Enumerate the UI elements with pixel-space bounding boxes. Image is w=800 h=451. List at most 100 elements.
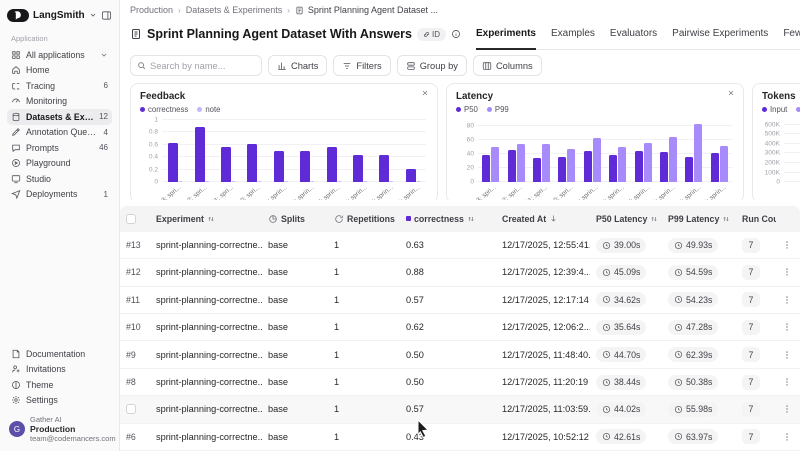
breadcrumb-item[interactable]: Datasets & Experiments <box>186 5 283 15</box>
chevron-down-icon[interactable] <box>89 6 97 24</box>
row-menu-icon[interactable] <box>782 377 792 387</box>
table-row[interactable]: #9sprint-planning-correctne...base10.501… <box>120 341 800 368</box>
experiment-name[interactable]: sprint-planning-correctne... <box>156 267 262 277</box>
search-input[interactable] <box>150 61 255 71</box>
bar-p99[interactable] <box>593 138 601 182</box>
sidebar-item-invitations[interactable]: Invitations <box>7 362 112 378</box>
experiment-name[interactable]: sprint-planning-correctne... <box>156 295 262 305</box>
row-menu-icon[interactable] <box>782 240 792 250</box>
column-header-run-count[interactable]: Run Count <box>736 214 776 224</box>
sort-icon[interactable] <box>207 215 215 223</box>
bar-p50[interactable] <box>584 151 592 182</box>
sidebar-item-playground[interactable]: Playground <box>7 156 112 172</box>
sidebar-item-studio[interactable]: Studio <box>7 171 112 187</box>
panel-toggle-icon[interactable] <box>101 10 112 21</box>
sidebar-item-monitoring[interactable]: Monitoring <box>7 94 112 110</box>
column-header-created-at[interactable]: Created At <box>496 214 590 224</box>
breadcrumb-current[interactable]: Sprint Planning Agent Dataset ... <box>295 5 438 15</box>
bar-correctness[interactable] <box>327 147 337 182</box>
close-icon[interactable] <box>421 89 429 97</box>
bar-correctness[interactable] <box>168 143 178 182</box>
search-box[interactable] <box>130 55 262 76</box>
row-menu-icon[interactable] <box>782 350 792 360</box>
table-row[interactable]: #12sprint-planning-correctne...base10.88… <box>120 259 800 286</box>
column-header-p50-latency[interactable]: P50 Latency <box>590 214 662 224</box>
table-row[interactable]: #6sprint-planning-correctne...base10.431… <box>120 424 800 451</box>
tab-few-shot-search[interactable]: Few-shot search <box>783 19 800 49</box>
bar-p50[interactable] <box>533 158 541 182</box>
account-switcher[interactable]: G Gather AI Production team@codemancers.… <box>7 415 112 443</box>
row-menu-icon[interactable] <box>782 322 792 332</box>
bar-p50[interactable] <box>711 153 719 182</box>
experiment-name[interactable]: sprint-planning-correctne... <box>156 432 262 442</box>
bar-p99[interactable] <box>669 137 677 182</box>
experiment-name[interactable]: sprint-planning-correctne... <box>156 404 262 414</box>
bar-correctness[interactable] <box>274 151 284 182</box>
id-badge[interactable]: ID <box>417 28 446 41</box>
experiment-name[interactable]: sprint-planning-correctne... <box>156 240 262 250</box>
sort-icon[interactable] <box>650 215 658 223</box>
bar-p50[interactable] <box>635 151 643 182</box>
bar-correctness[interactable] <box>406 169 416 182</box>
row-menu-icon[interactable] <box>782 267 792 277</box>
row-menu-icon[interactable] <box>782 404 792 414</box>
sidebar-item-annotation-queues[interactable]: Annotation Queues4 <box>7 125 112 141</box>
tab-pairwise-experiments[interactable]: Pairwise Experiments <box>672 19 768 49</box>
bar-correctness[interactable] <box>221 147 231 182</box>
bar-p99[interactable] <box>567 149 575 182</box>
bar-p50[interactable] <box>482 155 490 182</box>
tab-evaluators[interactable]: Evaluators <box>610 19 657 49</box>
table-row[interactable]: #11sprint-planning-correctne...base10.57… <box>120 287 800 314</box>
charts-button[interactable]: Charts <box>268 55 327 76</box>
experiment-name[interactable]: sprint-planning-correctne... <box>156 377 262 387</box>
sidebar-item-datasets-experiments[interactable]: Datasets & Experiments12 <box>7 109 112 125</box>
column-header-experiment[interactable]: Experiment <box>150 214 262 224</box>
sidebar-item-all-applications[interactable]: All applications <box>7 47 112 63</box>
sidebar-item-deployments[interactable]: Deployments1 <box>7 187 112 203</box>
columns-button[interactable]: Columns <box>473 55 542 76</box>
bar-p99[interactable] <box>542 144 550 182</box>
sort-desc-icon[interactable] <box>549 214 558 223</box>
close-icon[interactable] <box>727 89 735 97</box>
experiment-name[interactable]: sprint-planning-correctne... <box>156 322 262 332</box>
bar-p99[interactable] <box>694 124 702 182</box>
bar-p50[interactable] <box>660 152 668 182</box>
select-all-checkbox[interactable] <box>126 214 136 224</box>
table-row[interactable]: #13sprint-planning-correctne...base10.63… <box>120 232 800 259</box>
sort-icon[interactable] <box>467 215 475 223</box>
sidebar-item-tracing[interactable]: Tracing6 <box>7 78 112 94</box>
group-by-button[interactable]: Group by <box>397 55 467 76</box>
bar-p99[interactable] <box>720 146 728 182</box>
tab-experiments[interactable]: Experiments <box>476 19 536 49</box>
sidebar-item-documentation[interactable]: Documentation <box>7 346 112 362</box>
bar-correctness[interactable] <box>247 144 257 182</box>
bar-p99[interactable] <box>491 147 499 182</box>
bar-p99[interactable] <box>618 147 626 182</box>
row-checkbox[interactable] <box>126 404 136 414</box>
bar-p99[interactable] <box>517 144 525 182</box>
bar-p50[interactable] <box>609 155 617 182</box>
column-header-correctness[interactable]: correctness <box>400 214 496 224</box>
bar-correctness[interactable] <box>300 151 310 182</box>
sidebar-item-home[interactable]: Home <box>7 63 112 79</box>
sidebar-item-theme[interactable]: Theme <box>7 377 112 393</box>
filters-button[interactable]: Filters <box>333 55 390 76</box>
bar-correctness[interactable] <box>353 155 363 182</box>
column-header-checkbox[interactable] <box>120 214 150 224</box>
table-row[interactable]: sprint-planning-correctne...base10.5712/… <box>120 396 800 423</box>
brand-name[interactable]: LangSmith <box>33 10 85 21</box>
bar-correctness[interactable] <box>379 155 389 182</box>
info-icon[interactable] <box>451 29 461 39</box>
column-header-splits[interactable]: Splits <box>262 214 328 224</box>
sidebar-item-prompts[interactable]: Prompts46 <box>7 140 112 156</box>
bar-p50[interactable] <box>558 157 566 182</box>
bar-correctness[interactable] <box>195 127 205 182</box>
table-row[interactable]: #10sprint-planning-correctne...base10.62… <box>120 314 800 341</box>
bar-p99[interactable] <box>644 143 652 182</box>
row-menu-icon[interactable] <box>782 432 792 442</box>
breadcrumb-item[interactable]: Production <box>130 5 173 15</box>
bar-p50[interactable] <box>508 150 516 182</box>
sort-icon[interactable] <box>722 215 730 223</box>
bar-p50[interactable] <box>685 157 693 182</box>
table-row[interactable]: #8sprint-planning-correctne...base10.501… <box>120 369 800 396</box>
